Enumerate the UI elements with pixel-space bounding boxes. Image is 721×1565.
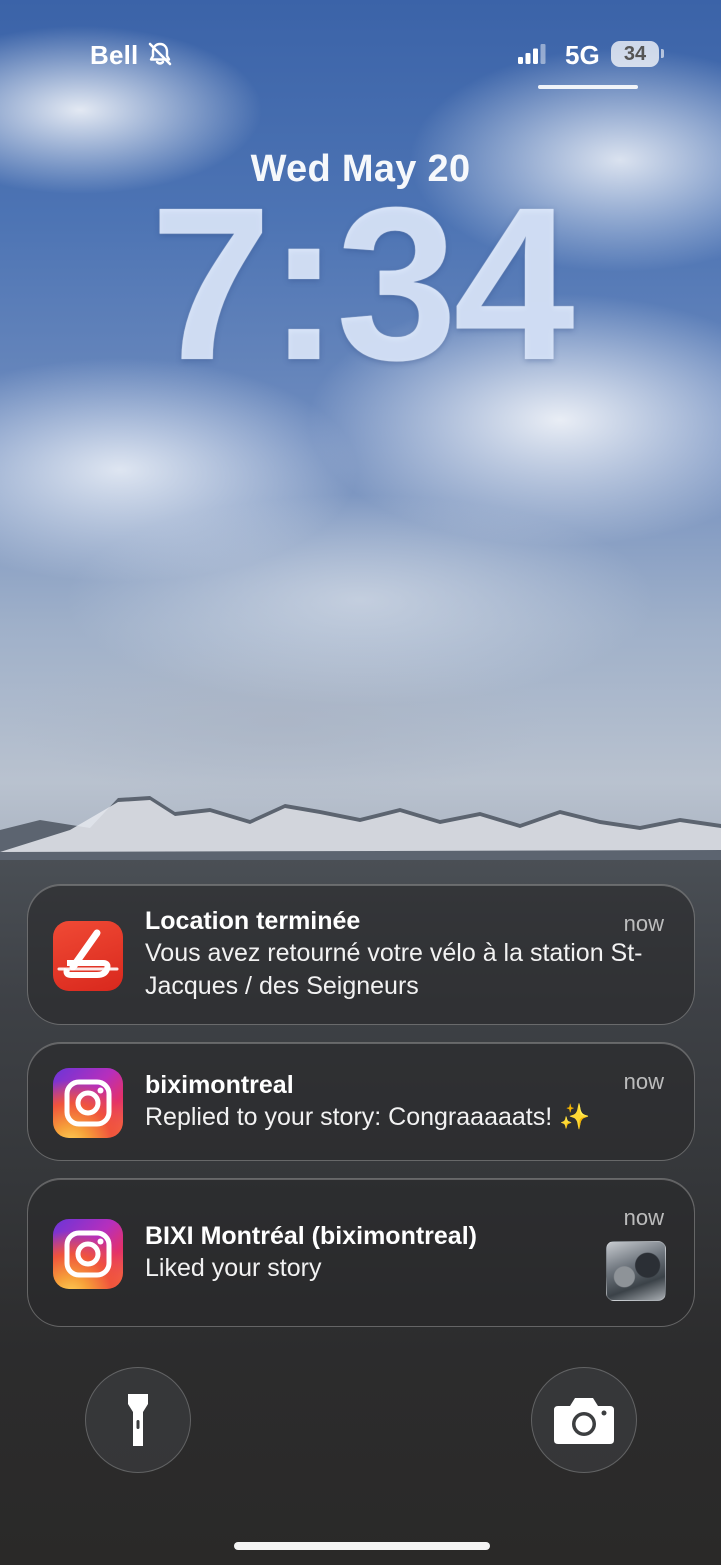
- lock-screen-clock: 7:34: [150, 163, 574, 406]
- bixi-logo-icon: [57, 929, 119, 978]
- notification-title: BIXI Montréal (biximontreal): [145, 1222, 477, 1250]
- flashlight-button[interactable]: [85, 1367, 191, 1473]
- instagram-app-icon: [53, 1068, 123, 1138]
- notification-time: now: [623, 1205, 664, 1230]
- camera-icon: [554, 1398, 614, 1444]
- notification-instagram-like[interactable]: BIXI Montréal (biximontreal) now Liked y…: [27, 1178, 695, 1327]
- cellular-signal-icon: [518, 44, 546, 64]
- control-center-indicator[interactable]: [538, 85, 638, 89]
- notification-body: Liked your story: [145, 1254, 322, 1282]
- battery-indicator: 34: [611, 41, 659, 67]
- carrier-label: Bell: [90, 40, 139, 70]
- notification-bixi[interactable]: Location terminée now Vous avez retourné…: [27, 884, 695, 1025]
- notification-time: now: [623, 911, 664, 936]
- status-bar: Bell 5G 34: [0, 0, 721, 100]
- notification-body: Replied to your story: Congraaaaats! ✨: [145, 1103, 591, 1131]
- notification-time: now: [623, 1069, 664, 1094]
- notification-title: Location terminée: [145, 907, 361, 935]
- battery-nub: [661, 49, 664, 58]
- bixi-app-icon: [53, 921, 123, 991]
- instagram-logo-icon: [64, 1079, 112, 1127]
- home-indicator[interactable]: [234, 1542, 490, 1550]
- network-type: 5G: [565, 40, 600, 70]
- instagram-logo-icon: [64, 1230, 112, 1278]
- notification-instagram-reply[interactable]: biximontreal now Replied to your story: …: [27, 1042, 695, 1161]
- bell-slash-icon: [148, 42, 172, 66]
- notification-body: Vous avez retourné votre vélo à la stati…: [145, 939, 643, 1000]
- camera-button[interactable]: [531, 1367, 637, 1473]
- notification-title: biximontreal: [145, 1071, 294, 1099]
- instagram-app-icon: [53, 1219, 123, 1289]
- flashlight-icon: [128, 1394, 148, 1446]
- story-thumbnail: [606, 1241, 666, 1301]
